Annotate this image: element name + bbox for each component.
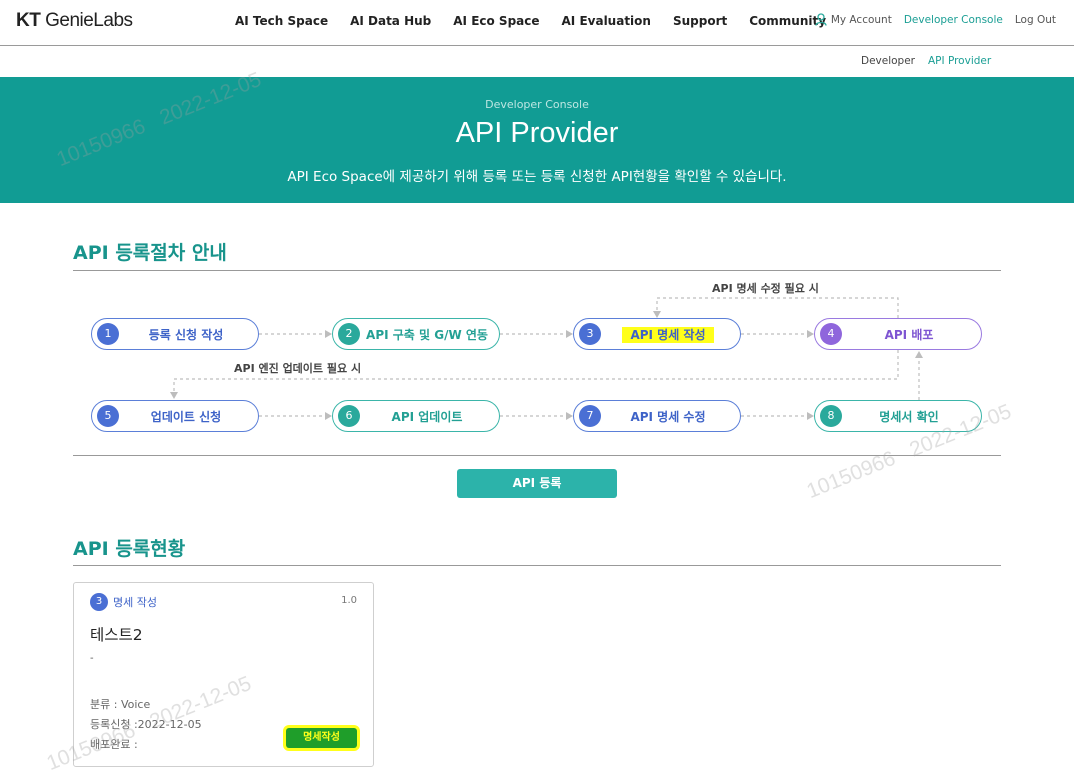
step-label: 등록 신청 작성	[148, 328, 224, 342]
user-nav: My Account Developer Console Log Out	[815, 13, 1056, 26]
status-divider	[73, 565, 1001, 566]
step-3: 3 API 명세 작성	[573, 318, 741, 350]
subnav-developer[interactable]: Developer	[861, 55, 915, 67]
step-label: API 업데이트	[391, 410, 463, 424]
nav-ai-evaluation[interactable]: AI Evaluation	[562, 14, 651, 28]
step-4: 4 API 배포	[814, 318, 982, 350]
nav-support[interactable]: Support	[673, 14, 727, 28]
sub-nav: Developer API Provider	[0, 46, 1074, 77]
step-7: 7 API 명세 수정	[573, 400, 741, 432]
procedure-divider	[73, 270, 1001, 271]
step-label: API 명세 수정	[630, 410, 706, 424]
procedure-title: API 등록절차 안내	[73, 242, 227, 264]
card-api-name: 테스트2	[90, 626, 143, 644]
step-label: API 구축 및 G/W 연동	[366, 328, 488, 342]
logo-prefix: KT	[16, 10, 41, 31]
developer-console-link[interactable]: Developer Console	[904, 14, 1003, 26]
step-number: 8	[820, 405, 842, 427]
main-nav: AI Tech Space AI Data Hub AI Eco Space A…	[235, 14, 826, 28]
nav-ai-eco-space[interactable]: AI Eco Space	[453, 14, 539, 28]
procedure-flow: API 명세 수정 필요 시 API 엔진 업데이트 필요 시 1 등록 신청 …	[73, 280, 1001, 450]
step-number: 3	[579, 323, 601, 345]
subnav-api-provider[interactable]: API Provider	[928, 55, 991, 67]
note-engine-update: API 엔진 업데이트 필요 시	[234, 362, 362, 375]
card-version: 1.0	[341, 595, 357, 606]
card-step-label: 명세 작성	[113, 596, 157, 609]
status-title: API 등록현황	[73, 538, 186, 560]
note-spec-fix: API 명세 수정 필요 시	[712, 282, 819, 295]
card-description: -	[90, 653, 94, 664]
card-step-number: 3	[90, 593, 108, 611]
step-number: 6	[338, 405, 360, 427]
user-icon	[815, 13, 827, 26]
step-number: 1	[97, 323, 119, 345]
log-out-link[interactable]: Log Out	[1015, 14, 1056, 26]
step-number: 7	[579, 405, 601, 427]
my-account-link[interactable]: My Account	[815, 13, 892, 26]
step-number: 2	[338, 323, 360, 345]
step-label: API 명세 작성	[602, 326, 734, 343]
write-spec-button[interactable]: 명세작성	[286, 728, 357, 748]
flow-divider	[73, 455, 1001, 456]
step-label: 업데이트 신청	[150, 410, 222, 424]
top-header: KT GenieLabs AI Tech Space AI Data Hub A…	[0, 0, 1074, 46]
logo-name: GenieLabs	[45, 10, 133, 31]
hero-description: API Eco Space에 제공하기 위해 등록 또는 등록 신청한 API현…	[287, 169, 787, 185]
step-label: API 배포	[884, 328, 934, 342]
logo[interactable]: KT GenieLabs	[16, 10, 133, 32]
card-category: 분류 : Voice	[90, 698, 151, 711]
api-register-button[interactable]: API 등록	[457, 469, 617, 498]
nav-ai-tech-space[interactable]: AI Tech Space	[235, 14, 328, 28]
step-1: 1 등록 신청 작성	[91, 318, 259, 350]
card-status: 3 명세 작성	[90, 593, 157, 611]
hero-banner: Developer Console API Provider API Eco S…	[0, 77, 1074, 203]
step-number: 5	[97, 405, 119, 427]
step-2: 2 API 구축 및 G/W 연동	[332, 318, 500, 350]
highlighted-step-label: API 명세 작성	[622, 327, 714, 343]
step-5: 5 업데이트 신청	[91, 400, 259, 432]
step-6: 6 API 업데이트	[332, 400, 500, 432]
nav-ai-data-hub[interactable]: AI Data Hub	[350, 14, 431, 28]
step-number: 4	[820, 323, 842, 345]
my-account-label: My Account	[830, 13, 892, 26]
